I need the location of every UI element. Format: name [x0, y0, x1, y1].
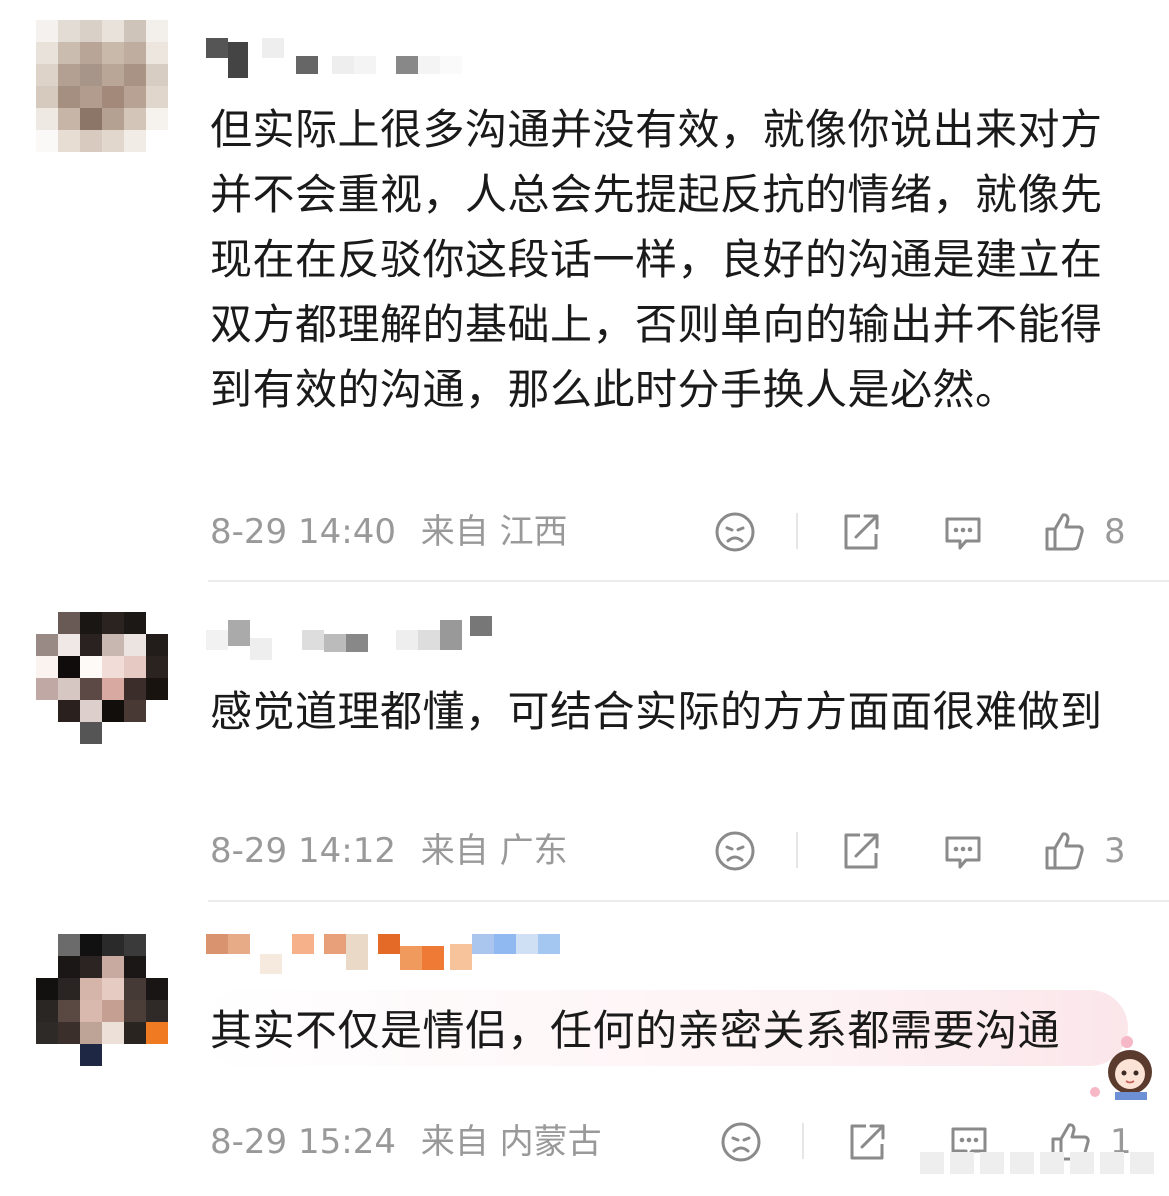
share-button[interactable]: [838, 828, 884, 874]
like-button[interactable]: [1042, 509, 1088, 555]
comment-text: 但实际上很多沟通并没有效，就像你说出来对方并不会重视，人总会先提起反抗的情绪，就…: [210, 105, 1103, 414]
like-count: 3: [1104, 831, 1126, 871]
username[interactable]: [206, 934, 560, 974]
dislike-button[interactable]: [712, 828, 758, 874]
sad-face-icon: [721, 1122, 761, 1162]
share-button[interactable]: [838, 509, 884, 555]
sad-face-icon: [715, 512, 755, 552]
action-separator: [796, 513, 798, 549]
like-count: 8: [1104, 512, 1126, 552]
comment-text: 感觉道理都懂，可结合实际的方方面面很难做到: [210, 687, 1103, 736]
avatar[interactable]: [36, 612, 168, 744]
comment-location: 内蒙古: [499, 1122, 602, 1162]
sad-face-icon: [715, 831, 755, 871]
reply-button[interactable]: [940, 828, 986, 874]
like-button[interactable]: [1042, 828, 1088, 874]
comment-info: 8-29 15:24 来自 内蒙古: [210, 1117, 602, 1167]
comment-location: 江西: [499, 512, 568, 552]
source-prefix: 来自: [420, 1122, 489, 1162]
share-icon: [844, 833, 879, 869]
source-prefix: 来自: [420, 512, 489, 552]
avatar[interactable]: [36, 934, 168, 1066]
avatar[interactable]: [36, 20, 168, 152]
reply-button[interactable]: [940, 509, 986, 555]
username[interactable]: [206, 38, 462, 78]
comment-bubble-icon: [945, 517, 981, 550]
comment-location: 广东: [499, 831, 568, 871]
divider: [208, 900, 1169, 902]
share-button[interactable]: [844, 1119, 890, 1165]
thumbs-up-icon: [1045, 832, 1084, 870]
source-prefix: 来自: [420, 831, 489, 871]
cartoon-sticker: [1085, 1020, 1165, 1100]
dislike-button[interactable]: [718, 1119, 764, 1165]
action-separator: [802, 1123, 804, 1159]
comment-text: 其实不仅是情侣，任何的亲密关系都需要沟通: [210, 1006, 1061, 1055]
thumbs-up-icon: [1045, 513, 1084, 551]
comment-info: 8-29 14:40 来自 江西: [210, 507, 568, 557]
share-icon: [844, 514, 879, 550]
comment-info: 8-29 14:12 来自 广东: [210, 826, 568, 876]
comment-meta: 8-29 14:12 来自 广东 3: [0, 826, 1169, 876]
comment-meta: 8-29 14:40 来自 江西 8: [0, 507, 1169, 557]
comment-time: 8-29 14:40: [210, 512, 396, 552]
share-icon: [850, 1124, 885, 1160]
divider: [208, 580, 1169, 582]
watermark: [920, 1152, 1160, 1182]
comment-time: 8-29 15:24: [210, 1122, 396, 1162]
comment-time: 8-29 14:12: [210, 831, 396, 871]
username[interactable]: [206, 616, 492, 660]
action-separator: [796, 832, 798, 868]
comment-bubble-icon: [945, 836, 981, 869]
dislike-button[interactable]: [712, 509, 758, 555]
